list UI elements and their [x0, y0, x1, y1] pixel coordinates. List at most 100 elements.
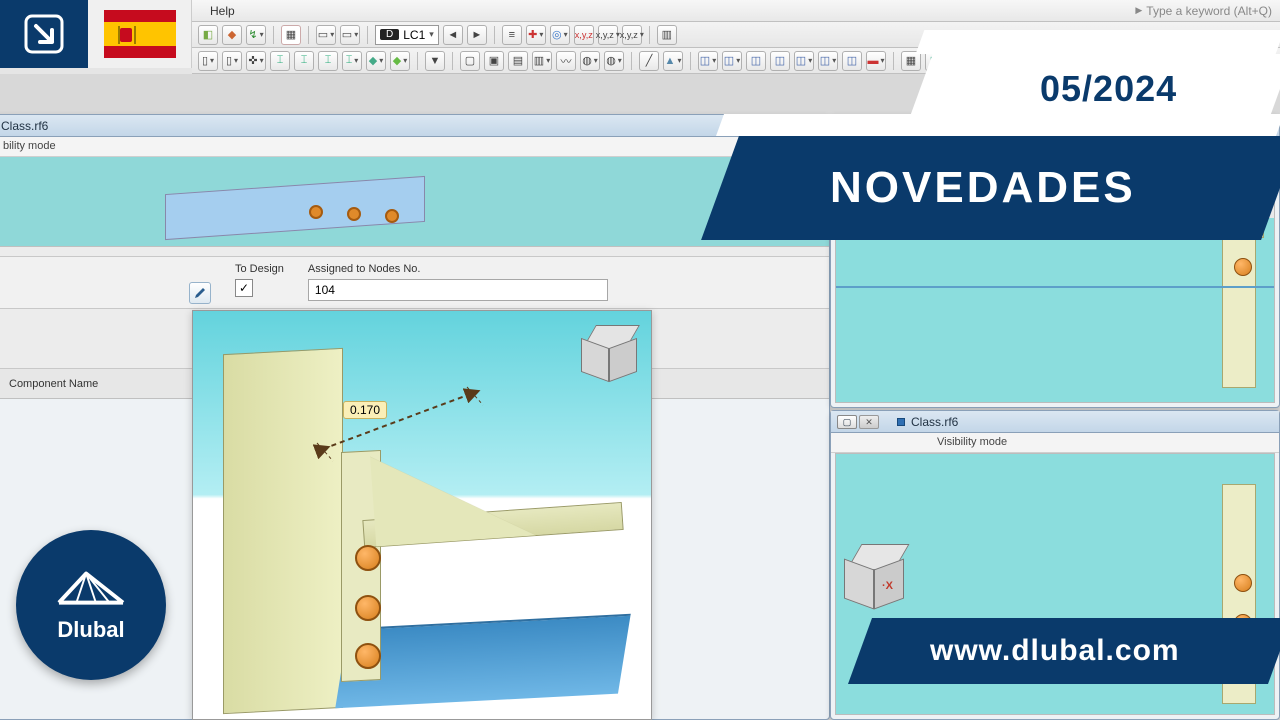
tool-icon[interactable]: ◧: [198, 25, 218, 45]
dimension-line: [283, 361, 543, 481]
view-cube-widget[interactable]: ·X: [844, 544, 910, 610]
bolt-glyph: [1234, 258, 1252, 276]
app-icon: [897, 418, 905, 426]
toolbar-separator: [649, 26, 650, 44]
connection-3d-preview[interactable]: 0.170: [192, 310, 652, 720]
cube-x-face-label: ·X: [882, 580, 893, 592]
bolt-glyph: [385, 209, 399, 223]
prev-load-case-button[interactable]: ◄: [443, 25, 463, 45]
delete-icon[interactable]: ▬: [866, 51, 886, 71]
xyz-dropdown-icon[interactable]: x,y,z: [622, 25, 642, 45]
window-subtitle: Visibility mode: [831, 433, 1279, 453]
render-mode-icon[interactable]: ◍: [604, 51, 624, 71]
banner-title-text: NOVEDADES: [830, 163, 1136, 213]
view-cube-icon[interactable]: ▢: [460, 51, 480, 71]
assigned-nodes-input[interactable]: 104: [308, 279, 608, 301]
arrow-down-right-icon: [24, 14, 64, 54]
to-design-checkbox[interactable]: ✓: [235, 279, 253, 297]
pencil-icon: [193, 286, 207, 300]
member-icon[interactable]: ◫: [794, 51, 814, 71]
load-case-value: LC1: [403, 28, 425, 42]
window-restore-button[interactable]: ▢: [837, 415, 857, 429]
bolt-glyph: [347, 207, 361, 221]
view-cube-icon[interactable]: ▣: [484, 51, 504, 71]
color-picker-icon[interactable]: ◆: [366, 51, 386, 71]
banner-whitecap: [716, 114, 1280, 136]
tool-dropdown-icon[interactable]: ✚: [526, 25, 546, 45]
to-design-label: To Design: [235, 263, 284, 275]
member-icon[interactable]: ◫: [842, 51, 862, 71]
tool-dropdown-icon[interactable]: ▭: [316, 25, 336, 45]
banner-whitecap: [916, 30, 1280, 54]
bolt-glyph: [355, 595, 381, 621]
menu-help[interactable]: Help: [200, 2, 245, 20]
corner-arrow-badge: [0, 0, 88, 68]
tool-icon[interactable]: ▦: [281, 25, 301, 45]
toolbar-separator: [631, 52, 632, 70]
menu-bar: Help Type a keyword (Alt+Q): [192, 0, 1280, 22]
steel-connection-model: [223, 381, 613, 701]
toolbar-separator: [893, 52, 894, 70]
load-case-combo[interactable]: D LC1 ▾: [375, 25, 439, 45]
member-icon[interactable]: ◫: [746, 51, 766, 71]
dlubal-logo-icon: [57, 567, 125, 613]
bolt-glyph: [355, 643, 381, 669]
language-flag-spain[interactable]: [88, 0, 192, 68]
edit-button-wrap: [189, 263, 211, 304]
tool-icon[interactable]: ◆: [222, 25, 242, 45]
wave-icon[interactable]: 〰: [556, 51, 576, 71]
line-icon[interactable]: ╱: [639, 51, 659, 71]
member-icon[interactable]: ◫: [722, 51, 742, 71]
section-dropdown-icon[interactable]: ⌶: [342, 51, 362, 71]
assigned-nodes-label: Assigned to Nodes No.: [308, 263, 819, 275]
color-picker-icon[interactable]: ◆: [390, 51, 410, 71]
window-titlebar[interactable]: ▢ ✕ Class.rf6: [831, 411, 1279, 433]
tool-dropdown-icon[interactable]: ▭: [340, 25, 360, 45]
toolbar-separator: [273, 26, 274, 44]
tool-dropdown-icon[interactable]: ◎: [550, 25, 570, 45]
tool-icon[interactable]: ≡: [502, 25, 522, 45]
bolt-glyph: [355, 545, 381, 571]
search-keyword-hint[interactable]: Type a keyword (Alt+Q): [1135, 4, 1272, 18]
view-cube-dropdown[interactable]: ▥: [532, 51, 552, 71]
member-icon[interactable]: ◫: [698, 51, 718, 71]
view-dropdown-icon[interactable]: ▯: [222, 51, 242, 71]
bolt-glyph: [309, 205, 323, 219]
window-close-button[interactable]: ✕: [859, 415, 879, 429]
to-design-field: To Design ✓: [235, 263, 284, 297]
toolbar-separator: [308, 26, 309, 44]
banner-date-text: 05/2024: [1040, 68, 1177, 110]
xyz-dropdown-icon[interactable]: x,y,z: [598, 25, 618, 45]
window-titlebar[interactable]: Class.rf6 — ▢ ✕: [0, 115, 829, 137]
section-icon[interactable]: ⌶: [270, 51, 290, 71]
tool-dropdown-icon[interactable]: ↯: [246, 25, 266, 45]
filter-icon[interactable]: ▼: [425, 51, 445, 71]
assigned-nodes-field: Assigned to Nodes No. 104: [308, 263, 819, 301]
form-row: To Design ✓ Assigned to Nodes No. 104: [0, 257, 829, 309]
xyz-label-icon[interactable]: x,y,z: [574, 25, 594, 45]
flag-spain-icon: [104, 10, 176, 58]
support-icon[interactable]: ▲: [663, 51, 683, 71]
snap-dropdown-icon[interactable]: ✜: [246, 51, 266, 71]
view-dropdown-icon[interactable]: ▯: [198, 51, 218, 71]
edit-pencil-button[interactable]: [189, 282, 211, 304]
toolbar-separator: [417, 52, 418, 70]
toolbar-separator: [494, 26, 495, 44]
view-cube-widget[interactable]: [581, 325, 637, 381]
section-icon[interactable]: ⌶: [318, 51, 338, 71]
bolt-glyph: [1234, 574, 1252, 592]
beam-line-glyph: [836, 286, 1274, 288]
member-icon[interactable]: ◫: [818, 51, 838, 71]
toolbar-separator: [452, 52, 453, 70]
toolbar-separator: [367, 26, 368, 44]
render-mode-icon[interactable]: ◍: [580, 51, 600, 71]
member-icon[interactable]: ◫: [770, 51, 790, 71]
chevron-down-icon: ▾: [429, 29, 434, 40]
load-case-chip: D: [380, 29, 399, 40]
next-load-case-button[interactable]: ►: [467, 25, 487, 45]
banner-title: NOVEDADES: [720, 136, 1280, 240]
window-title: Class.rf6: [911, 415, 958, 429]
tool-icon[interactable]: ▥: [657, 25, 677, 45]
view-cube-icon[interactable]: ▤: [508, 51, 528, 71]
section-icon[interactable]: ⌶: [294, 51, 314, 71]
